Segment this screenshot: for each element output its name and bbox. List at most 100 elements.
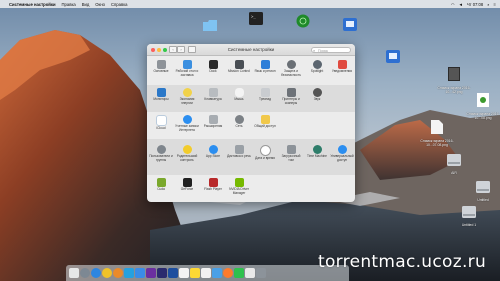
- desktop-icon-screenshot-1[interactable]: Снимок экрана 2016-10...42.png: [437, 67, 471, 94]
- pref-dictation[interactable]: Диктовка и речь: [227, 145, 251, 159]
- pref-icloud[interactable]: iCloud: [149, 115, 173, 131]
- desktop-icon-disk-1[interactable]: AIR: [437, 153, 471, 175]
- dock: [66, 265, 349, 281]
- mission-control-icon: [234, 60, 244, 69]
- hard-disk-icon: [447, 154, 461, 166]
- pref-extensions[interactable]: Расширения: [201, 115, 225, 129]
- pref-parental[interactable]: Родительский контроль: [175, 145, 199, 162]
- minimize-icon[interactable]: [157, 47, 161, 52]
- firefox-icon[interactable]: [113, 268, 123, 278]
- pref-internet-accounts[interactable]: Учетные записи Интернета: [175, 115, 199, 132]
- notes-icon[interactable]: [190, 268, 200, 278]
- show-all-button[interactable]: [188, 46, 196, 53]
- time-machine-icon: [312, 145, 322, 154]
- calendar-icon[interactable]: [179, 268, 189, 278]
- maps-icon[interactable]: [212, 268, 222, 278]
- microphone-icon: [234, 145, 244, 154]
- zoom-icon[interactable]: [163, 47, 167, 52]
- house-lock-icon: [286, 60, 296, 69]
- globe-network-icon: [234, 115, 244, 124]
- pref-app-store[interactable]: App Store: [201, 145, 225, 159]
- finder-icon[interactable]: [69, 268, 79, 278]
- pref-displays[interactable]: Мониторы: [149, 88, 173, 102]
- pref-date-time[interactable]: Дата и время: [253, 145, 277, 161]
- after-effects-icon[interactable]: [157, 268, 167, 278]
- photoshop-icon[interactable]: [146, 268, 156, 278]
- folder-icon: [203, 20, 217, 31]
- search-icon: ⌕: [313, 47, 316, 53]
- menu-app-name[interactable]: Системные настройки: [9, 2, 56, 7]
- globe-icon: [296, 14, 310, 28]
- desktop-icon-disk-3[interactable]: Untitled 1: [452, 205, 486, 227]
- menu-help[interactable]: Справка: [111, 2, 127, 7]
- pref-users[interactable]: Пользователи и группы: [149, 145, 173, 162]
- pref-desktop[interactable]: Рабочий стол и заставка: [175, 60, 199, 77]
- window-titlebar[interactable]: ‹ › Системные настройки ⌕ Поиск: [147, 44, 355, 56]
- desktop-icon-folder[interactable]: [193, 18, 227, 36]
- flag-icon: [260, 60, 270, 69]
- pref-accessibility[interactable]: Универсальный доступ: [330, 145, 354, 162]
- pref-general[interactable]: Основные: [149, 60, 173, 74]
- back-button[interactable]: ‹: [169, 46, 177, 53]
- pref-sharing[interactable]: Общий доступ: [253, 115, 277, 129]
- startup-disk-icon: [286, 145, 296, 154]
- pref-time-machine[interactable]: Time Machine: [305, 145, 329, 159]
- pref-notifications[interactable]: Уведомления: [330, 60, 354, 74]
- wifi-icon[interactable]: ◠: [451, 2, 455, 7]
- volume-icon[interactable]: ◄: [459, 2, 463, 7]
- desktop-icon-network-2[interactable]: [376, 50, 410, 68]
- search-placeholder: Поиск: [318, 48, 328, 53]
- pref-language[interactable]: Язык и регион: [253, 60, 277, 74]
- pref-flash-player[interactable]: Flash Player: [201, 178, 225, 192]
- word-icon[interactable]: [168, 268, 178, 278]
- prefs-section-personal: Основные Рабочий стол и заставка Dock Mi…: [147, 57, 355, 85]
- pref-spotlight[interactable]: Spotlight: [305, 60, 329, 74]
- menu-edit[interactable]: Правка: [62, 2, 76, 7]
- photos-icon[interactable]: [223, 268, 233, 278]
- pref-startup-disk[interactable]: Загрузочный том: [279, 145, 303, 162]
- desktop-icon-disk-2[interactable]: Untitled: [466, 180, 500, 202]
- safari-icon[interactable]: [91, 268, 101, 278]
- pref-energy[interactable]: Экономия энергии: [175, 88, 199, 105]
- clock-icon: [259, 145, 271, 156]
- pref-trackpad[interactable]: Трекпад: [253, 88, 277, 102]
- chrome-icon[interactable]: [102, 268, 112, 278]
- notification-center-icon[interactable]: ≡: [494, 2, 496, 7]
- itunes-icon[interactable]: [245, 268, 255, 278]
- desktop-icon-document[interactable]: Снимок экрана 2016-10...07.08.png: [420, 120, 454, 147]
- pref-sound[interactable]: Звук: [305, 88, 329, 102]
- menu-view[interactable]: Вид: [82, 2, 90, 7]
- geforce-icon: [182, 178, 192, 187]
- desktop-icon-network[interactable]: [333, 18, 367, 36]
- search-field[interactable]: ⌕ Поиск: [311, 46, 351, 53]
- reminders-icon[interactable]: [201, 268, 211, 278]
- clock-text[interactable]: Чт 07:08: [467, 2, 483, 7]
- messages-icon[interactable]: [234, 268, 244, 278]
- pref-cuda[interactable]: Cuda: [149, 178, 173, 192]
- pref-dock[interactable]: Dock: [201, 60, 225, 74]
- pref-security[interactable]: Защита и безопасность: [279, 60, 303, 77]
- app-store-icon: [208, 145, 218, 154]
- desktop-icon-globe[interactable]: [286, 14, 320, 33]
- close-icon[interactable]: [151, 47, 155, 52]
- pref-nvidia-driver[interactable]: NVIDIA Driver Manager: [227, 178, 251, 195]
- desktop-icon-screenshot-2[interactable]: Снимок экрана 2016-10...08.png: [466, 93, 500, 120]
- speaker-icon: [312, 88, 322, 97]
- search-icon[interactable]: ⌕: [487, 2, 489, 7]
- skype-icon[interactable]: [124, 268, 134, 278]
- system-preferences-dock-icon[interactable]: [256, 268, 266, 278]
- image-file-icon: [448, 67, 460, 81]
- menu-window[interactable]: Окно: [95, 2, 105, 7]
- desktop-icon-terminal[interactable]: >_: [239, 12, 273, 30]
- svg-text:>_: >_: [251, 14, 256, 19]
- pref-network[interactable]: Сеть: [227, 115, 251, 129]
- forward-button[interactable]: ›: [177, 46, 185, 53]
- pref-mission-control[interactable]: Mission Control: [227, 60, 251, 74]
- pref-keyboard[interactable]: Клавиатура: [201, 88, 225, 102]
- app-store-dock-icon[interactable]: [135, 268, 145, 278]
- pref-mouse[interactable]: Мышь: [227, 88, 251, 102]
- traffic-lights: [151, 47, 167, 52]
- pref-printers[interactable]: Принтеры и сканеры: [279, 88, 303, 105]
- launchpad-icon[interactable]: [80, 268, 90, 278]
- pref-geforce[interactable]: GeForce: [175, 178, 199, 192]
